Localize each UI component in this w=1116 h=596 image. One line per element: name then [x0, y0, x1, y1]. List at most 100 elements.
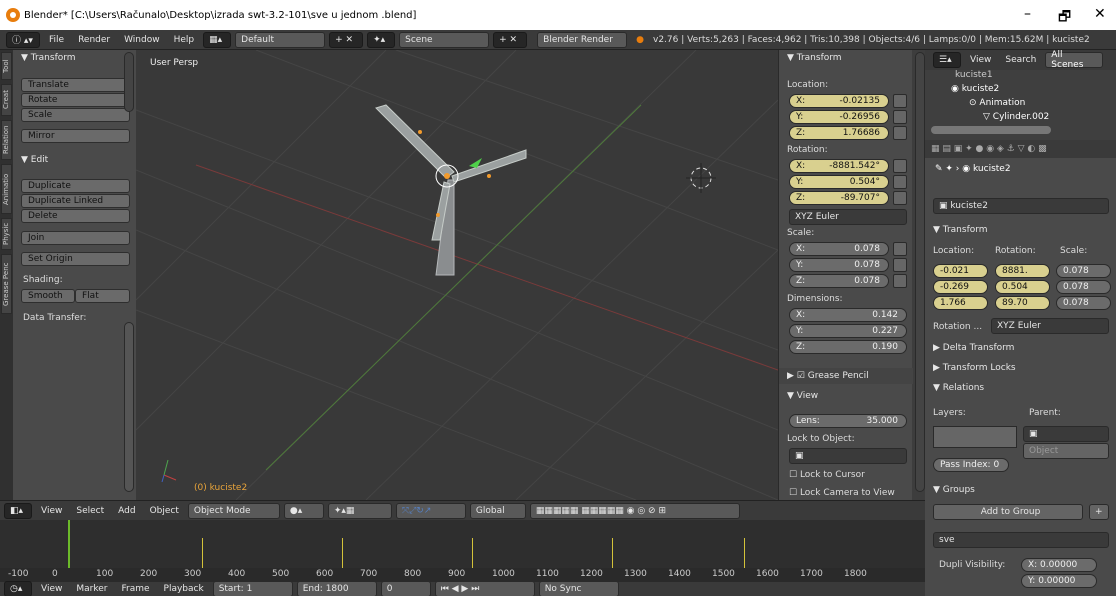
location-x-field[interactable]: X: -0.02135: [789, 94, 889, 108]
props-loc-y[interactable]: -0.269: [933, 280, 988, 294]
add-to-group-button[interactable]: Add to Group: [933, 504, 1083, 520]
scale-button[interactable]: Scale: [21, 108, 130, 122]
lens-field[interactable]: Lens: 35.000: [789, 414, 907, 428]
transform-locks-header[interactable]: ▶ Transform Locks: [925, 360, 1016, 376]
dupli-x-field[interactable]: X: 0.00000: [1021, 558, 1097, 572]
outliner-search-menu[interactable]: Search: [1000, 52, 1041, 68]
grease-pencil-header[interactable]: ▶ ☑ Grease Pencil: [779, 368, 913, 384]
duplicate-linked-button[interactable]: Duplicate Linked: [21, 194, 130, 208]
lock-camera-checkbox[interactable]: ☐ Lock Camera to View: [789, 488, 895, 498]
dimension-y-field[interactable]: Y: 0.227: [789, 324, 907, 338]
props-scale-x[interactable]: 0.078: [1056, 264, 1111, 278]
minimize-button[interactable]: –: [1024, 6, 1031, 22]
outliner-item[interactable]: ◉ kuciste2: [951, 84, 999, 94]
menu-view[interactable]: View: [36, 503, 67, 519]
outliner-view-menu[interactable]: View: [965, 52, 996, 68]
tab-create[interactable]: Creat: [1, 84, 12, 116]
scene-field[interactable]: Scene: [399, 31, 490, 48]
edit-panel-header[interactable]: ▼ Edit: [13, 152, 48, 168]
props-loc-x[interactable]: -0.021: [933, 264, 988, 278]
lock-icon[interactable]: [893, 175, 907, 189]
menu-object[interactable]: Object: [145, 503, 184, 519]
orientation-select[interactable]: Global: [469, 502, 526, 519]
group-name-field[interactable]: sve: [933, 532, 1109, 548]
viewport-canvas[interactable]: [136, 50, 778, 500]
props-scale-z[interactable]: 0.078: [1056, 296, 1111, 310]
mirror-button[interactable]: Mirror: [21, 129, 130, 143]
smooth-button[interactable]: Smooth: [21, 289, 75, 303]
menu-render[interactable]: Render: [73, 32, 115, 48]
lock-icon[interactable]: [893, 258, 907, 272]
props-rot-y[interactable]: 0.504: [995, 280, 1050, 294]
props-rotation-mode-select[interactable]: XYZ Euler: [991, 318, 1109, 334]
tab-physics[interactable]: Physic: [1, 218, 12, 250]
menu-window[interactable]: Window: [119, 32, 165, 48]
groups-header[interactable]: ▼ Groups: [925, 482, 975, 498]
sync-mode-select[interactable]: No Sync: [538, 581, 619, 596]
object-name-field[interactable]: ▣ kuciste2: [933, 198, 1109, 214]
timeline-menu-playback[interactable]: Playback: [159, 581, 209, 596]
lock-icon[interactable]: [893, 274, 907, 288]
lock-icon[interactable]: [893, 110, 907, 124]
rotate-button[interactable]: Rotate: [21, 93, 130, 107]
translate-button[interactable]: Translate: [21, 78, 130, 92]
scene-icon[interactable]: ✦▴: [367, 31, 396, 48]
tab-animation[interactable]: Animatio: [1, 164, 12, 214]
rotation-y-field[interactable]: Y: 0.504°: [789, 175, 889, 189]
props-rot-x[interactable]: 8881.: [995, 264, 1050, 278]
screen-layout-icon[interactable]: ▦▴: [203, 31, 232, 48]
dimension-x-field[interactable]: X: 0.142: [789, 308, 907, 322]
rotation-x-field[interactable]: X: -8881.542°: [789, 159, 889, 173]
location-y-field[interactable]: Y: -0.26956: [789, 110, 889, 124]
props-transform-header[interactable]: ▼ Transform: [925, 222, 988, 238]
lock-icon[interactable]: [893, 242, 907, 256]
menu-file[interactable]: File: [44, 32, 69, 48]
rotation-mode-select[interactable]: XYZ Euler: [789, 209, 907, 225]
outliner-editor-icon[interactable]: ☰▴: [933, 52, 961, 68]
menu-add[interactable]: Add: [113, 503, 140, 519]
dimension-z-field[interactable]: Z: 0.190: [789, 340, 907, 354]
scale-z-field[interactable]: Z: 0.078: [789, 274, 889, 288]
tab-relations[interactable]: Relation: [1, 120, 12, 160]
timeline-menu-view[interactable]: View: [36, 581, 67, 596]
outliner-scrollbar[interactable]: [931, 126, 1051, 134]
timeline-area[interactable]: [0, 520, 925, 575]
playback-controls[interactable]: ⏮ ◀ ▶ ⏭: [434, 581, 535, 596]
editor-type-icon[interactable]: ⓘ ▴▾: [6, 31, 40, 48]
add-group-icon[interactable]: +: [1089, 504, 1109, 520]
npanel-scrollbar[interactable]: [915, 52, 925, 492]
join-button[interactable]: Join: [21, 231, 130, 245]
n-transform-header[interactable]: ▼ Transform: [779, 50, 912, 66]
scale-x-field[interactable]: X: 0.078: [789, 242, 889, 256]
start-frame-field[interactable]: Start: 1: [212, 581, 293, 596]
lock-icon[interactable]: [893, 126, 907, 140]
toolshelf-scrollbar[interactable]: [124, 52, 134, 112]
timeline-menu-frame[interactable]: Frame: [116, 581, 154, 596]
lock-icon[interactable]: [893, 191, 907, 205]
lock-icon[interactable]: [893, 94, 907, 108]
delete-button[interactable]: Delete: [21, 209, 130, 223]
lock-object-field[interactable]: ▣: [789, 448, 907, 464]
set-origin-dropdown[interactable]: Set Origin: [21, 252, 130, 266]
location-z-field[interactable]: Z: 1.76686: [789, 126, 889, 140]
scale-y-field[interactable]: Y: 0.078: [789, 258, 889, 272]
all-scenes-select[interactable]: All Scenes: [1045, 50, 1104, 70]
timeline-menu-marker[interactable]: Marker: [71, 581, 112, 596]
props-rot-z[interactable]: 89.70: [995, 296, 1050, 310]
view-panel-header[interactable]: ▼ View: [779, 388, 818, 404]
props-loc-z[interactable]: 1.766: [933, 296, 988, 310]
current-frame-line[interactable]: [68, 520, 70, 568]
layout-add-remove[interactable]: + ✕: [329, 31, 364, 48]
properties-context-tabs[interactable]: ▦ ▤ ▣ ✦ ● ◉ ◈ ⚓ ▽ ◐ ▩: [925, 140, 1116, 158]
pass-index-field[interactable]: Pass Index: 0: [933, 458, 1009, 472]
maximize-button[interactable]: 🗗: [1058, 6, 1071, 30]
outliner-item[interactable]: ▽ Cylinder.002: [983, 112, 1049, 122]
layers-grid[interactable]: [933, 426, 1017, 448]
end-frame-field[interactable]: End: 1800: [296, 581, 377, 596]
close-button[interactable]: ✕: [1094, 6, 1106, 22]
layout-field[interactable]: Default: [235, 31, 326, 48]
props-scale-y[interactable]: 0.078: [1056, 280, 1111, 294]
timeline-editor-icon[interactable]: ◷▴: [4, 581, 32, 596]
dupli-y-field[interactable]: Y: 0.00000: [1021, 574, 1097, 588]
flat-button[interactable]: Flat: [75, 289, 130, 303]
